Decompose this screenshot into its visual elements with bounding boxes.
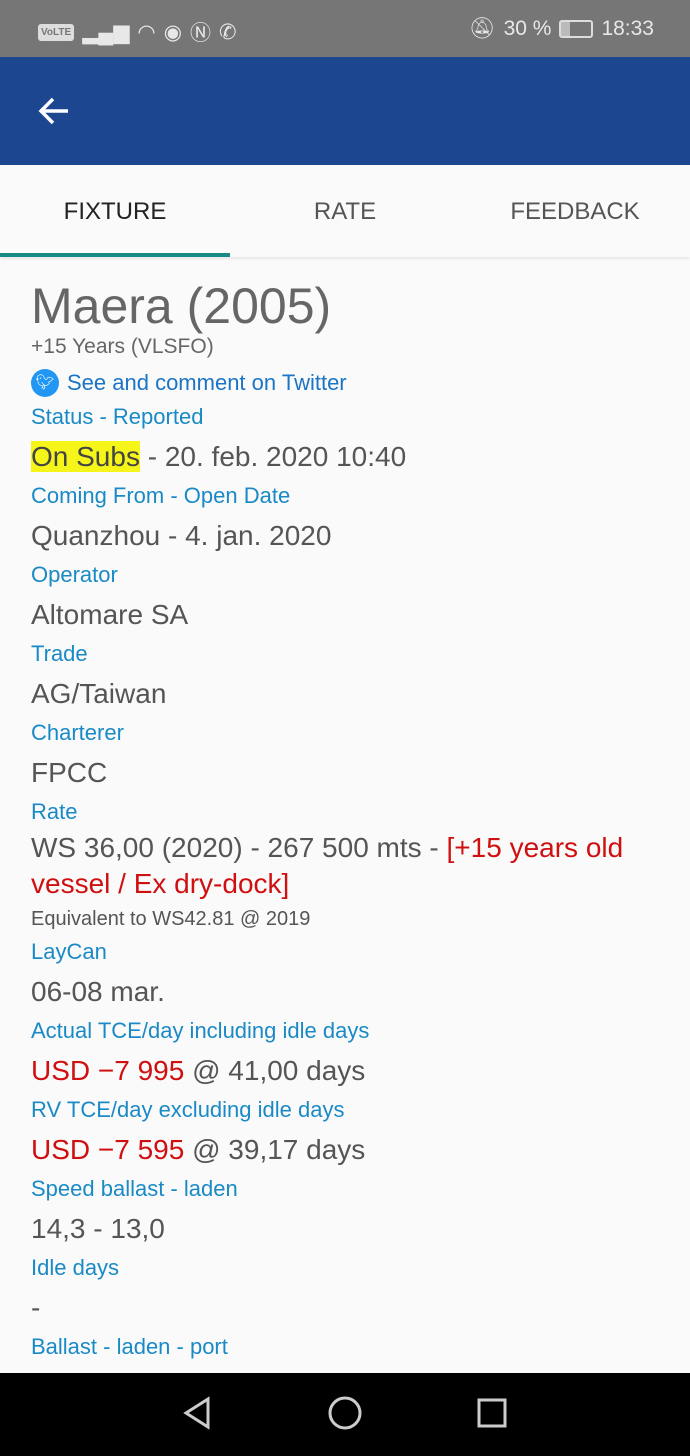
nfc-icon: Ⓝ [190,22,212,45]
status-label: Status - Reported [31,404,204,429]
operator-label: Operator [31,562,118,587]
eye-icon: ◉ [163,20,183,44]
back-arrow-icon[interactable] [36,93,72,129]
signal-icon: ▂▄▆ [82,20,130,44]
ballast-laden-port-label: Ballast - laden - port [31,1334,228,1359]
tab-rate[interactable]: RATE [230,165,460,257]
wifi-icon: ◠ [137,20,156,44]
actual-tce-label: Actual TCE/day including idle days [31,1018,370,1043]
clock: 18:33 [601,17,654,40]
rv-tce-value: USD −7 595 @ 39,17 days [31,1128,670,1171]
tab-fixture[interactable]: FIXTURE [0,165,230,257]
idle-days-label: Idle days [31,1255,120,1280]
idle-days-value: - [31,1292,41,1323]
rate-text: WS 36,00 (2020) - 267 500 mts - [31,832,447,863]
coming-from-value: Quanzhou - 4. jan. 2020 [31,520,332,551]
back-triangle-icon[interactable] [180,1395,216,1431]
vessel-subtitle: +15 Years (VLSFO) [31,335,214,358]
status-value: On Subs - 20. feb. 2020 10:40 [31,435,670,478]
rv-tce-label: RV TCE/day excluding idle days [31,1097,345,1122]
tab-bar: FIXTURE RATE FEEDBACK [0,165,690,257]
laycan-value: 06-08 mar. [31,976,165,1007]
home-circle-icon[interactable] [327,1395,363,1431]
coming-from-label: Coming From - Open Date [31,483,291,508]
status-date: - 20. feb. 2020 10:40 [139,441,407,472]
whatsapp-icon: ✆ [219,20,237,44]
actual-tce-amount: USD −7 995 [31,1055,185,1086]
tab-feedback[interactable]: FEEDBACK [460,165,690,257]
actual-tce-days: @ 41,00 days [184,1055,366,1086]
rate-equivalent: Equivalent to WS42.81 @ 2019 [31,908,311,930]
volte-icon: VoLTE [38,23,75,41]
rv-tce-days: @ 39,17 days [184,1134,366,1165]
vessel-name: Maera (2005) [31,278,332,334]
rv-tce-amount: USD −7 595 [31,1134,185,1165]
charterer-label: Charterer [31,720,124,745]
status-badge: On Subs [31,441,140,472]
operator-value: Altomare SA [31,599,189,630]
recents-square-icon[interactable] [474,1395,510,1431]
fixture-details: Maera (2005) +15 Years (VLSFO) 🐦︎ See an… [31,257,670,1373]
speed-label: Speed ballast - laden [31,1176,238,1201]
trade-value: AG/Taiwan [31,678,167,709]
laycan-label: LayCan [31,939,107,964]
twitter-icon: 🐦︎ [31,369,59,397]
trade-label: Trade [31,641,88,666]
navigation-bar [0,1373,690,1456]
charterer-value: FPCC [31,757,108,788]
rate-label: Rate [31,799,78,824]
battery-percent: 30 % [503,17,552,40]
twitter-link-text[interactable]: See and comment on Twitter [67,367,347,399]
rate-value: WS 36,00 (2020) - 267 500 mts - [+15 yea… [31,830,670,902]
mute-icon: 🔕︎ [468,17,496,40]
status-bar: VoLTE ▂▄▆ ◠ ◉ Ⓝ ✆ 🔕︎ 30 % 18:33 [0,0,690,57]
app-bar [0,57,690,165]
twitter-link[interactable]: 🐦︎ See and comment on Twitter [31,367,670,399]
battery-icon [559,20,594,38]
speed-value: 14,3 - 13,0 [31,1213,165,1244]
actual-tce-value: USD −7 995 @ 41,00 days [31,1049,670,1092]
